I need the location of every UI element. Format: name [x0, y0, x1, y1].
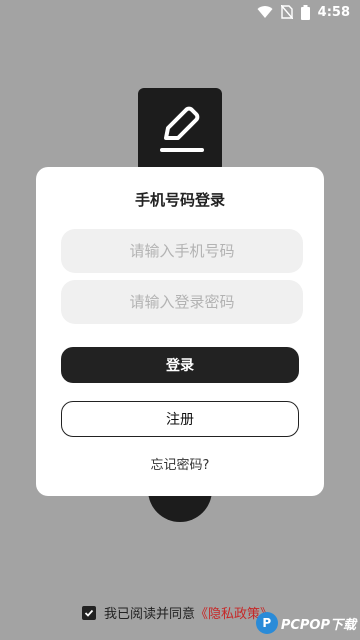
- register-button[interactable]: 注册: [61, 401, 299, 437]
- wifi-icon: [257, 6, 273, 19]
- password-input[interactable]: [61, 280, 303, 324]
- agreement-row: 我已阅读并同意 《隐私政策》: [82, 603, 273, 622]
- status-bar: 4:58: [0, 0, 360, 24]
- forgot-password-link[interactable]: 忘记密码?: [36, 454, 324, 473]
- app-logo: [138, 88, 222, 172]
- agreement-checkbox[interactable]: [82, 605, 96, 620]
- watermark: P PCPOP下载: [255, 612, 356, 634]
- login-dialog: 手机号码登录 登录 注册 忘记密码?: [36, 167, 324, 496]
- watermark-logo: P: [255, 612, 278, 634]
- pencil-icon: [160, 106, 204, 152]
- login-button[interactable]: 登录: [61, 347, 299, 383]
- battery-icon: [300, 4, 310, 20]
- no-sim-icon: [280, 5, 293, 19]
- agreement-text: 我已阅读并同意: [104, 607, 196, 622]
- watermark-text: PCPOP下载: [280, 617, 356, 633]
- check-icon: [84, 609, 94, 617]
- dialog-title: 手机号码登录: [134, 191, 225, 209]
- phone-input[interactable]: [61, 229, 303, 273]
- status-time: 4:58: [317, 4, 350, 20]
